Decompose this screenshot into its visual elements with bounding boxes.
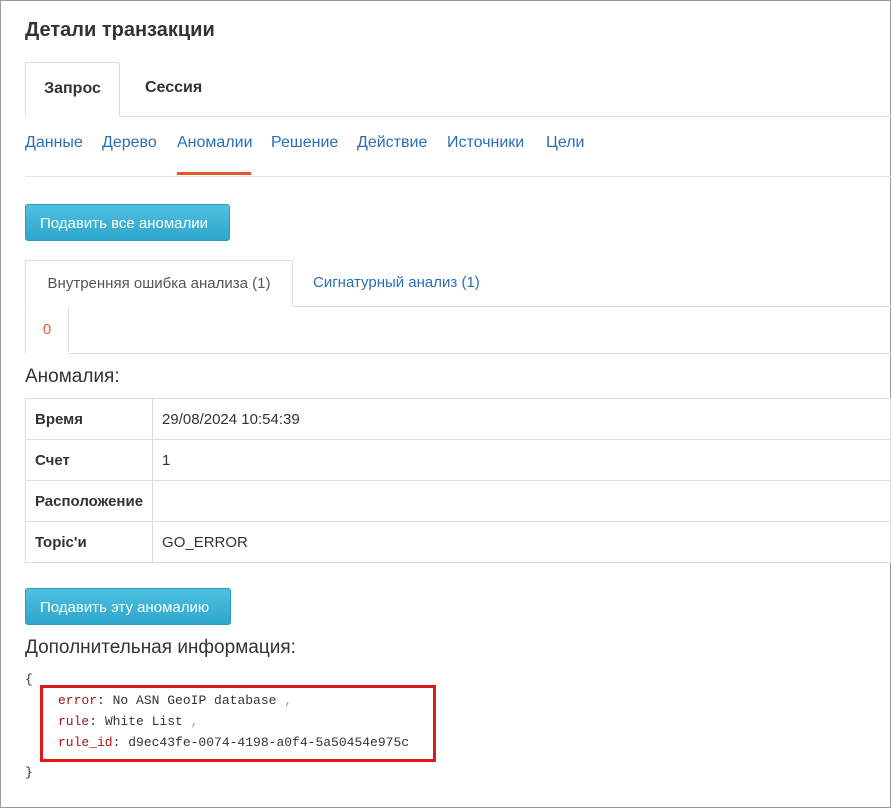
tab-internal-analysis-error[interactable]: Внутренняя ошибка анализа (1)	[25, 260, 293, 307]
table-row: Расположение	[24, 480, 891, 522]
active-tab-underline	[177, 172, 251, 175]
tab-request[interactable]: Запрос	[25, 62, 120, 117]
json-open-brace: {	[25, 672, 33, 687]
page-title: Детали транзакции	[25, 19, 215, 41]
row-value: 29/08/2024 10:54:39	[152, 398, 891, 440]
suppress-this-anomaly-button[interactable]: Подавить эту аномалию	[25, 588, 231, 625]
subnav-decision[interactable]: Решение	[271, 134, 338, 152]
sub-navigation: Данные Дерево Аномалии Решение Действие …	[25, 134, 891, 177]
subnav-goals[interactable]: Цели	[546, 134, 584, 152]
row-key: Время	[24, 398, 154, 440]
subnav-action[interactable]: Действие	[357, 134, 427, 152]
main-tabs: Запрос Сессия	[25, 62, 891, 117]
row-value	[152, 480, 891, 522]
highlight-box	[40, 685, 436, 762]
row-value: 1	[152, 439, 891, 481]
table-row: Время 29/08/2024 10:54:39	[24, 398, 891, 440]
anomaly-type-tabs: Внутренняя ошибка анализа (1) Сигнатурны…	[25, 260, 891, 307]
row-value: GO_ERROR	[152, 521, 891, 563]
table-row: Topic'и GO_ERROR	[24, 521, 891, 563]
table-row: Счет 1	[24, 439, 891, 481]
subnav-anomalies[interactable]: Аномалии	[177, 134, 253, 152]
suppress-all-anomalies-button[interactable]: Подавить все аномалии	[25, 204, 230, 241]
anomaly-index-tabs: 0	[25, 307, 891, 354]
row-key: Счет	[24, 439, 154, 481]
tab-anomaly-0[interactable]: 0	[25, 307, 69, 354]
anomaly-heading: Аномалия:	[25, 366, 120, 387]
subnav-data[interactable]: Данные	[25, 134, 83, 152]
subnav-tree[interactable]: Дерево	[102, 134, 157, 152]
subnav-sources[interactable]: Источники	[447, 134, 524, 152]
row-key: Расположение	[24, 480, 154, 522]
row-key: Topic'и	[24, 521, 154, 563]
tab-signature-analysis[interactable]: Сигнатурный анализ (1)	[313, 260, 480, 306]
json-close-brace: }	[25, 765, 33, 780]
additional-info-heading: Дополнительная информация:	[25, 637, 296, 658]
tab-session[interactable]: Сессия	[145, 62, 202, 116]
anomaly-details-table: Время 29/08/2024 10:54:39 Счет 1 Располо…	[24, 398, 891, 563]
